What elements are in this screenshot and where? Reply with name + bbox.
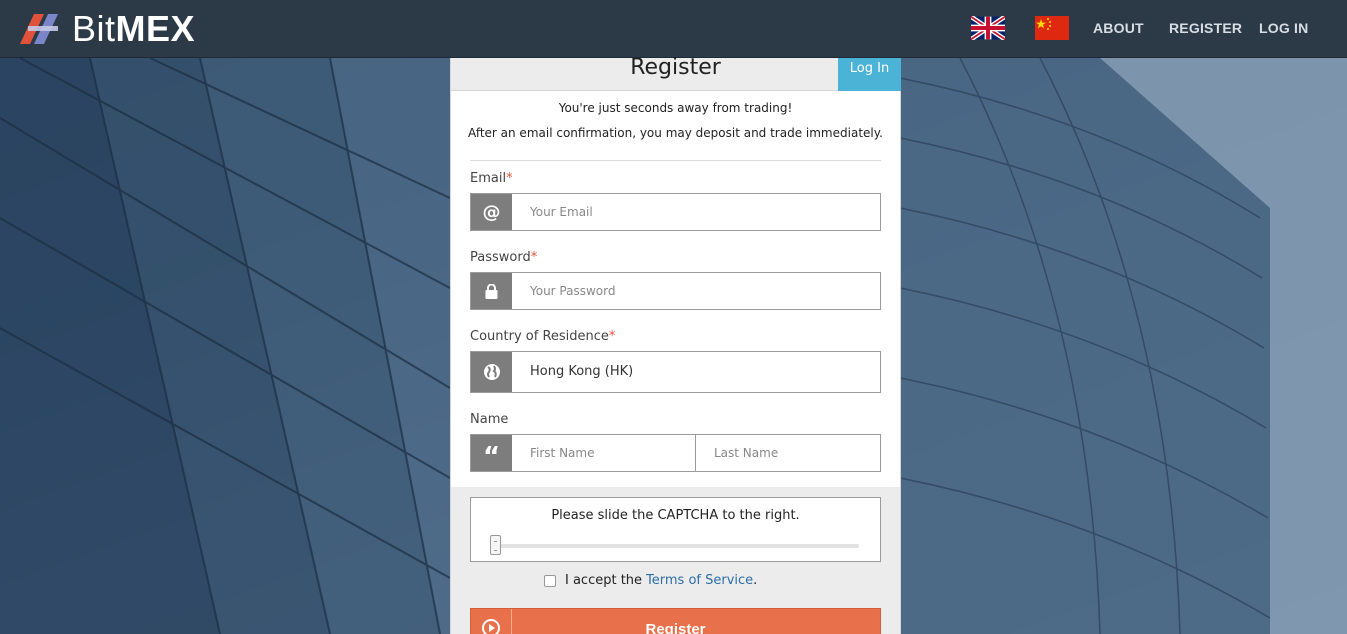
nav-about[interactable]: ABOUT [1093,20,1144,36]
page-title: Register [630,55,721,80]
play-circle-icon [471,609,512,634]
password-label: Password* [470,250,538,265]
panel-header: Register Log In [451,55,901,91]
globe-icon [471,352,512,392]
intro-line-1: You're just seconds away from trading! [558,101,793,115]
name-field-group: “ [470,434,881,472]
password-field-group [470,272,881,310]
tos-text: I accept the [565,573,643,588]
lock-icon [471,273,512,309]
uk-flag-icon[interactable] [971,16,1005,40]
nav-login[interactable]: LOG IN [1259,20,1308,36]
last-name-field[interactable] [695,435,880,471]
captcha-slider-handle[interactable] [490,535,501,555]
at-icon: @ [471,194,512,230]
email-field-group: @ [470,193,881,231]
register-button-label: Register [645,621,706,634]
top-navbar: BitMEX ABOUT REGISTER LOG IN [0,0,1347,58]
login-tab[interactable]: Log In [838,58,901,91]
tos-suffix: . [753,573,758,588]
captcha-instruction: Please slide the CAPTCHA to the right. [551,508,800,523]
logo-text: BitMEX [72,7,196,49]
first-name-field[interactable] [512,435,695,471]
bitmex-logo[interactable]: BitMEX [20,0,195,58]
email-label: Email* [470,171,513,186]
captcha-slider-track [494,544,859,548]
lower-section: Please slide the CAPTCHA to the right. I… [451,487,900,634]
register-panel: Register Log In You're just seconds away… [450,55,901,634]
register-button[interactable]: Register [470,608,881,634]
bitmex-logo-icon [20,13,58,44]
name-label: Name [470,412,509,427]
tos-row: I accept the Terms of Service . [544,573,757,588]
password-field[interactable] [512,273,880,309]
captcha-box: Please slide the CAPTCHA to the right. [470,497,881,562]
email-field[interactable] [512,194,880,230]
country-label: Country of Residence* [470,329,616,344]
country-value: Hong Kong (HK) [530,364,634,379]
nav-register[interactable]: REGISTER [1169,20,1242,36]
divider [470,160,881,161]
tos-link[interactable]: Terms of Service [646,573,753,588]
cn-flag-icon[interactable] [1035,16,1069,40]
intro-line-2: After an email confirmation, you may dep… [468,126,883,140]
quote-icon: “ [471,435,512,471]
country-select[interactable]: Hong Kong (HK) [470,351,881,393]
tos-checkbox[interactable] [544,574,556,587]
